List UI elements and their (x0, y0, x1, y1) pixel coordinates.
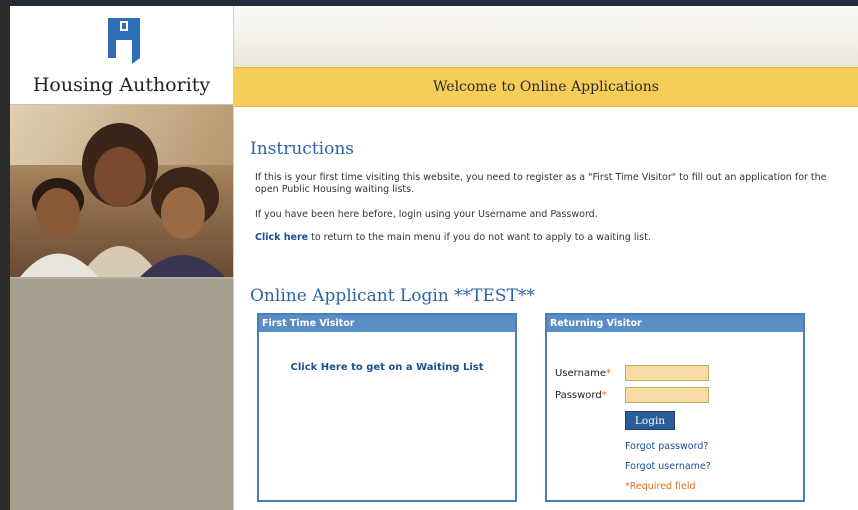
username-required-mark: * (605, 368, 611, 379)
username-input[interactable] (625, 365, 709, 381)
returning-visitor-header: Returning Visitor (547, 315, 803, 332)
header-banner (234, 6, 858, 67)
password-label: Password* (555, 390, 607, 401)
login-heading: Online Applicant Login **TEST** (250, 286, 535, 306)
username-label: Username* (555, 368, 611, 379)
family-illustration (20, 123, 225, 277)
username-label-text: Username (555, 368, 606, 379)
first-time-visitor-panel: First Time Visitor Click Here to get on … (257, 313, 517, 502)
family-photo (10, 105, 233, 277)
brand-logo-area[interactable]: Housing Authority (10, 6, 233, 105)
instructions-returning: If you have been here before, login usin… (255, 209, 598, 220)
first-time-visitor-header: First Time Visitor (259, 315, 515, 332)
instructions-main-menu: Click here to return to the main menu if… (255, 232, 853, 244)
house-h-logo-icon (108, 18, 140, 64)
welcome-bar: Welcome to Online Applications (234, 67, 858, 107)
login-button[interactable]: Login (625, 411, 675, 430)
forgot-username-link[interactable]: Forgot username? (625, 461, 711, 472)
main-menu-link[interactable]: Click here (255, 232, 308, 243)
sidebar-divider (10, 277, 233, 279)
window-left-border (0, 0, 10, 510)
brand-name: Housing Authority (32, 74, 211, 96)
required-field-note: *Required field (625, 481, 696, 492)
forgot-password-link[interactable]: Forgot password? (625, 441, 708, 452)
returning-visitor-panel: Returning Visitor Username* Password* Lo… (545, 313, 805, 502)
welcome-title: Welcome to Online Applications (433, 79, 659, 95)
main-menu-text: to return to the main menu if you do not… (308, 232, 651, 243)
instructions-first-visit: If this is your first time visiting this… (255, 172, 827, 195)
password-label-text: Password (555, 390, 602, 401)
password-required-mark: * (601, 390, 607, 401)
instructions-heading: Instructions (250, 139, 354, 159)
password-input[interactable] (625, 387, 709, 403)
waiting-list-link[interactable]: Click Here to get on a Waiting List (259, 362, 515, 373)
